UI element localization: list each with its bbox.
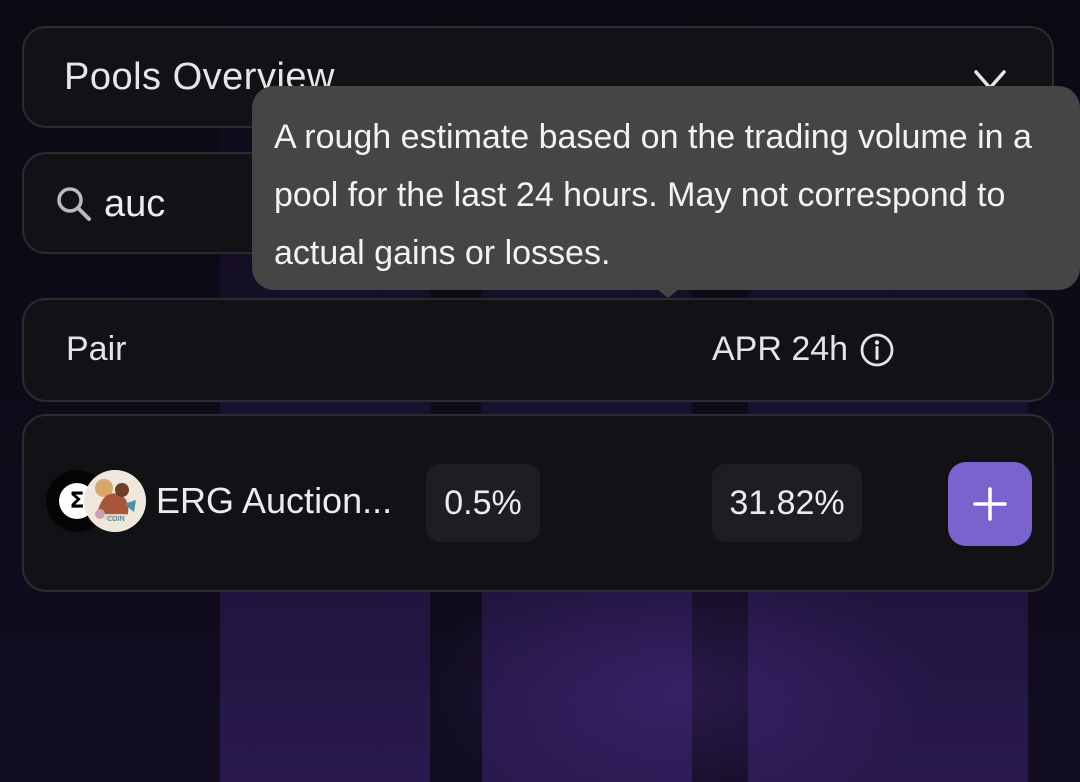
- column-header-apr: APR 24h: [712, 330, 896, 369]
- pair-name: ERG Auction...: [156, 480, 393, 521]
- table-header: Pair APR 24h: [22, 298, 1054, 402]
- info-icon[interactable]: [858, 331, 896, 369]
- pair-token-icons: Σ COIN: [46, 470, 146, 534]
- auction-coin-token-icon: COIN: [84, 470, 146, 532]
- column-header-pair: Pair: [66, 330, 127, 368]
- fee-badge: 0.5%: [426, 464, 540, 542]
- apr-info-tooltip: A rough estimate based on the trading vo…: [252, 86, 1080, 298]
- pool-row[interactable]: Σ COIN ERG Auction... 0.5% 31.82%: [22, 414, 1054, 592]
- auction-coin-artwork: COIN: [84, 470, 146, 532]
- column-header-apr-label: APR 24h: [712, 330, 849, 368]
- tooltip-text: A rough estimate based on the trading vo…: [274, 118, 1032, 272]
- add-liquidity-button[interactable]: [948, 462, 1032, 546]
- background-glow: [420, 560, 940, 782]
- search-icon: [57, 187, 91, 221]
- auction-coin-text: COIN: [107, 515, 125, 523]
- tooltip-arrow: [656, 288, 680, 298]
- plus-icon: [973, 487, 1007, 521]
- apr-value-badge: 31.82%: [712, 464, 862, 542]
